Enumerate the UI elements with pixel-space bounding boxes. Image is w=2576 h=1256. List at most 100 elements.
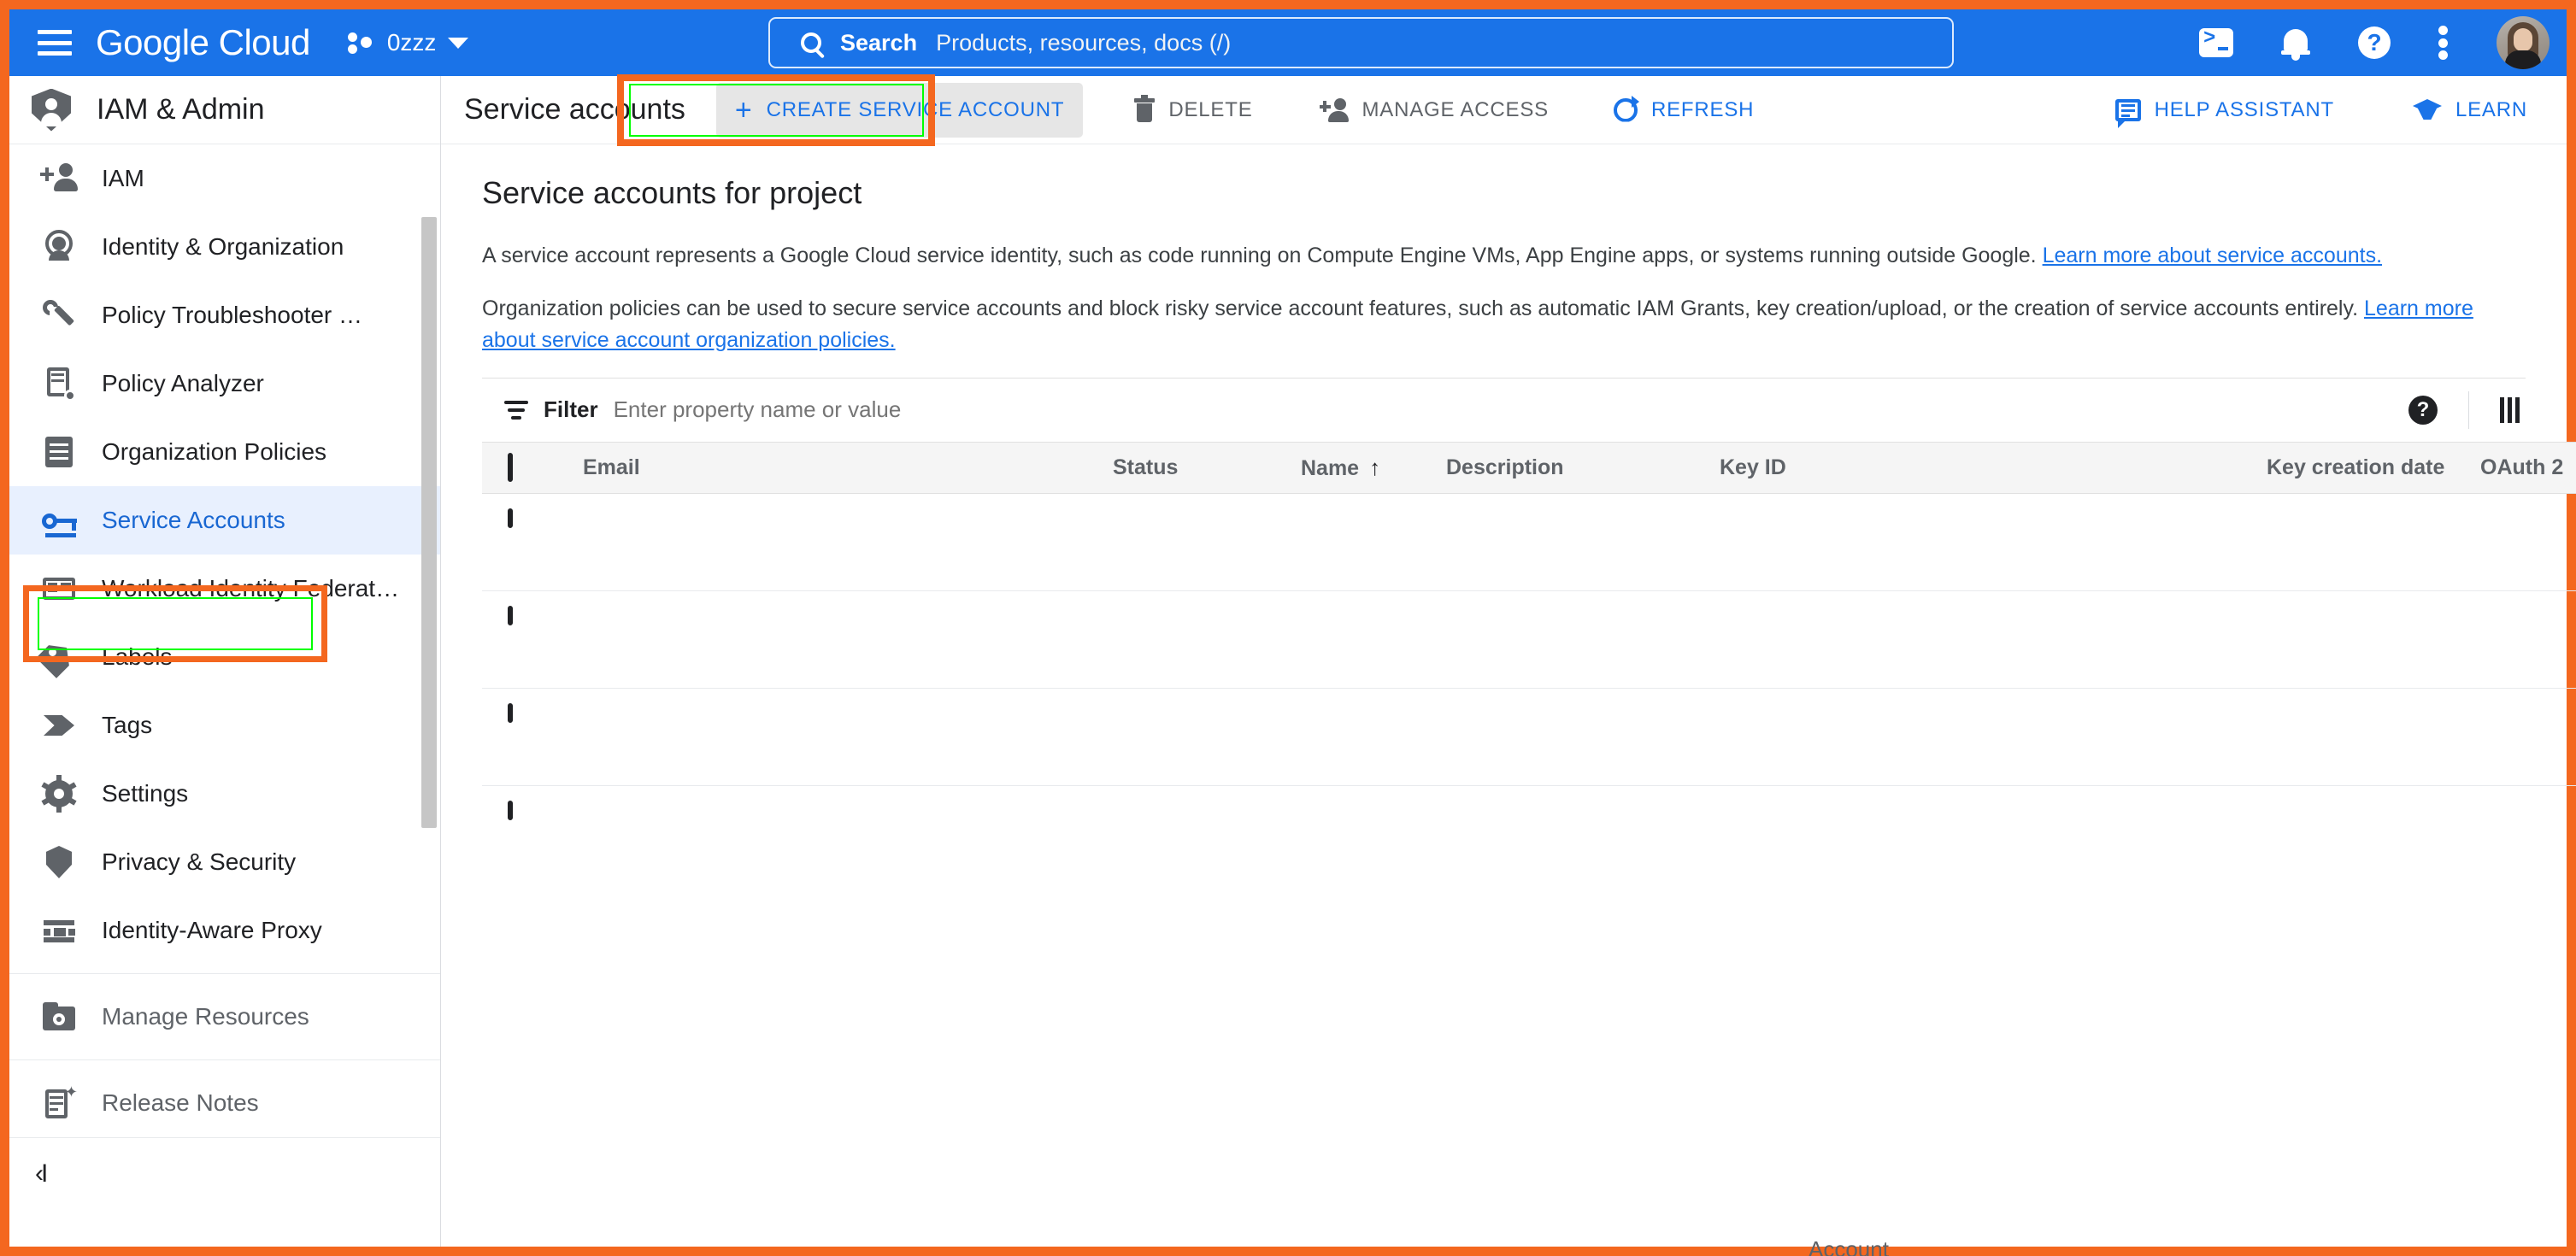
row-checkbox[interactable] (508, 800, 513, 820)
sidebar-item-tags[interactable]: Tags (9, 691, 440, 760)
sidebar-item-organization-policies[interactable]: Organization Policies (9, 418, 440, 486)
gear-icon (40, 775, 78, 813)
sidebar-item-label: Release Notes (102, 1089, 259, 1116)
sidebar-item-manage-resources[interactable]: Manage Resources (9, 983, 440, 1051)
cell-key-id (1720, 590, 2267, 689)
cell-status (1113, 785, 1301, 883)
hamburger-menu-icon[interactable] (38, 30, 72, 56)
sidebar-item-settings[interactable]: Settings (9, 760, 440, 828)
filter-input[interactable] (613, 396, 1212, 424)
table-body (482, 493, 2576, 883)
column-header-description[interactable]: Description (1446, 441, 1720, 494)
table-row[interactable] (482, 590, 2576, 689)
row-checkbox[interactable] (508, 605, 513, 625)
main-content: Service accounts + CREATE SERVICE ACCOUN… (441, 74, 2576, 1256)
refresh-label: REFRESH (1650, 97, 1755, 121)
chevron-down-icon (448, 37, 469, 49)
sidebar-item-release-notes[interactable]: ✦ Release Notes (9, 1069, 440, 1137)
notifications-button[interactable] (2281, 26, 2310, 61)
sidebar-item-label: Settings (102, 780, 189, 807)
collapse-panel-icon: ‹I (35, 1159, 48, 1188)
page-title: Service accounts (464, 93, 685, 126)
cell-email (583, 590, 1113, 689)
column-header-key-id[interactable]: Key ID (1720, 441, 2267, 494)
help-button[interactable]: ? (2358, 26, 2391, 59)
google-cloud-logo[interactable]: Google Cloud (96, 22, 310, 63)
sidebar-item-privacy-security[interactable]: Privacy & Security (9, 828, 440, 896)
table-row[interactable] (482, 785, 2576, 883)
wrench-icon (40, 296, 78, 334)
column-header-name[interactable]: Name ↑ (1301, 441, 1446, 494)
table-row[interactable] (482, 688, 2576, 786)
trash-icon (1134, 94, 1156, 122)
help-circle-icon[interactable]: ? (2408, 395, 2438, 425)
help-assistant-button[interactable]: HELP ASSISTANT (2097, 83, 2353, 138)
row-select-cell (482, 785, 583, 883)
cell-description (1446, 590, 1720, 689)
sidebar-item-policy-troubleshooter[interactable]: Policy Troubleshooter … (9, 281, 440, 349)
project-picker[interactable]: 0zzz (347, 29, 469, 56)
sidebar-item-labels[interactable]: Labels (9, 623, 440, 691)
cell-description (1446, 688, 1720, 786)
sidebar-item-identity-aware-proxy[interactable]: Identity-Aware Proxy (9, 896, 440, 965)
sidebar-item-label: Organization Policies (102, 438, 327, 465)
sidebar-item-identity-organization[interactable]: Identity & Organization (9, 213, 440, 281)
column-header-email[interactable]: Email (583, 441, 1113, 494)
chat-help-icon (2114, 99, 2141, 128)
sidebar-item-service-accounts[interactable]: Service Accounts (9, 486, 440, 555)
sidebar-item-label: Workload Identity Federat… (102, 575, 400, 602)
label-tag-icon (40, 638, 78, 676)
row-checkbox[interactable] (508, 702, 513, 723)
sidebar-scrollbar[interactable] (421, 217, 437, 828)
cell-key-id (1720, 785, 2267, 883)
project-name: 0zzz (386, 29, 437, 56)
app-window: Google Cloud 0zzz Search Products, resou… (0, 0, 2576, 1256)
column-display-icon[interactable] (2500, 396, 2522, 423)
content-header: Service accounts for project A service a… (441, 144, 2567, 355)
cell-status (1113, 493, 1301, 591)
column-header-status[interactable]: Status (1113, 441, 1301, 494)
learn-button[interactable]: LEARN (2394, 83, 2546, 138)
sidebar-item-label: Tags (102, 712, 153, 738)
paragraph-1-text: A service account represents a Google Cl… (482, 244, 2043, 267)
manage-access-button[interactable]: MANAGE ACCESS (1301, 83, 1567, 138)
sidebar-item-iam[interactable]: IAM (9, 144, 440, 213)
filter-icon[interactable] (504, 400, 528, 420)
cell-status (1113, 688, 1301, 786)
sidebar-item-label: Privacy & Security (102, 848, 297, 875)
sidebar-item-label: Manage Resources (102, 1003, 309, 1030)
select-all-checkbox[interactable] (508, 452, 513, 482)
header-actions: ? (2199, 9, 2550, 76)
refresh-button[interactable]: REFRESH (1595, 83, 1773, 138)
cell-name (1301, 785, 1446, 883)
row-select-cell (482, 493, 583, 591)
logo-cloud: Cloud (218, 22, 311, 62)
more-options-button[interactable] (2438, 26, 2449, 60)
column-header-name-label: Name (1301, 455, 1360, 480)
service-accounts-table-card: Filter ? Email (482, 377, 2576, 883)
column-header-oauth[interactable]: OAuth 2 (2480, 441, 2576, 494)
cell-status (1113, 590, 1301, 689)
table-row[interactable] (482, 493, 2576, 591)
delete-button[interactable]: DELETE (1115, 83, 1271, 138)
sidebar-item-label: Identity & Organization (102, 233, 344, 260)
column-header-key-creation-date[interactable]: Key creation date (2267, 441, 2480, 494)
project-dots-icon (347, 30, 375, 56)
row-checkbox[interactable] (508, 508, 513, 528)
refresh-icon (1613, 95, 1639, 122)
collapse-sidebar-button[interactable]: ‹I (9, 1137, 440, 1210)
sidebar-item-policy-analyzer[interactable]: Policy Analyzer (9, 349, 440, 418)
user-avatar[interactable] (2497, 16, 2550, 69)
cell-email (583, 688, 1113, 786)
cell-key-creation-date (2267, 590, 2480, 689)
learn-more-service-accounts-link[interactable]: Learn more about service accounts. (2043, 244, 2382, 267)
cloud-shell-button[interactable] (2199, 27, 2233, 57)
sidebar-divider (9, 973, 440, 974)
sidebar-item-label: Service Accounts (102, 507, 285, 533)
sidebar-item-workload-identity-federation[interactable]: Workload Identity Federat… (9, 555, 440, 623)
create-service-account-label: CREATE SERVICE ACCOUNT (766, 97, 1065, 121)
filter-label: Filter (544, 396, 598, 423)
global-search-bar[interactable]: Search Products, resources, docs (/) (768, 17, 1954, 68)
create-service-account-button[interactable]: + CREATE SERVICE ACCOUNT (715, 82, 1084, 138)
cell-oauth (2480, 590, 2576, 689)
